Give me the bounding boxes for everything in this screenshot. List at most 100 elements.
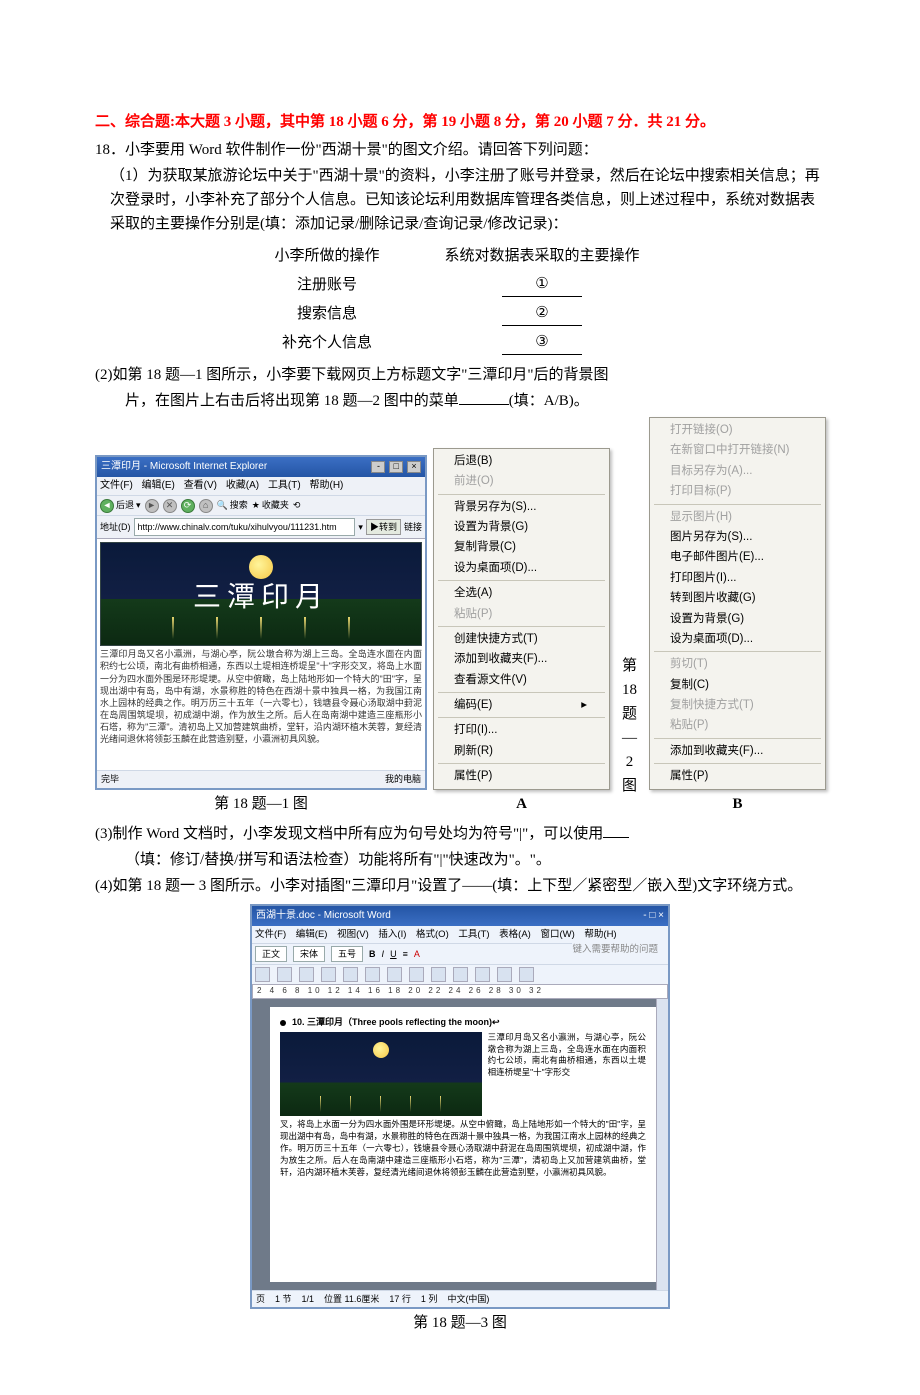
menu-item[interactable]: 全选(A) (434, 583, 609, 603)
window-buttons[interactable]: - □ × (643, 908, 664, 924)
context-menu-b[interactable]: 打开链接(O)在新窗口中打开链接(N)目标另存为(A)...打印目标(P)显示图… (649, 417, 826, 790)
menu-file[interactable]: 文件(F) (255, 929, 286, 940)
help-hint[interactable]: 键入需要帮助的问题 (572, 942, 658, 957)
menu-fav[interactable]: 收藏(A) (226, 480, 259, 491)
word-santan-image[interactable] (280, 1032, 482, 1116)
word-page-area[interactable]: 10. 三潭印月（Three pools reflecting the moon… (252, 999, 668, 1290)
menu-help[interactable]: 帮助(H) (310, 480, 344, 491)
fav-label[interactable]: 收藏夹 (262, 498, 289, 512)
print-icon[interactable] (321, 967, 336, 982)
menu-view[interactable]: 视图(V) (337, 929, 369, 940)
open-icon[interactable] (277, 967, 292, 982)
table-icon[interactable] (497, 967, 512, 982)
menu-item[interactable]: 查看源文件(V) (434, 670, 609, 690)
menu-item[interactable]: 添加到收藏夹(F)... (434, 649, 609, 669)
window-buttons[interactable]: - □ × (370, 459, 421, 475)
star-icon[interactable]: ★ (252, 498, 260, 512)
menu-tools[interactable]: 工具(T) (268, 480, 301, 491)
size-select[interactable]: 五号 (331, 946, 363, 962)
home-icon[interactable]: ⌂ (199, 499, 213, 513)
menu-view[interactable]: 查看(V) (184, 480, 217, 491)
word-standard-toolbar[interactable] (252, 964, 668, 984)
close-icon[interactable]: × (658, 910, 664, 921)
undo-icon[interactable] (453, 967, 468, 982)
redo-icon[interactable] (475, 967, 490, 982)
menu-item[interactable]: 图片另存为(S)... (650, 527, 825, 547)
menu-item[interactable]: 创建快捷方式(T) (434, 629, 609, 649)
word-format-toolbar[interactable]: 正文 宋体 五号 B I U ≡ A (252, 943, 572, 964)
menu-item[interactable]: 设为桌面项(D)... (434, 558, 609, 578)
search-icon[interactable]: 🔍 (217, 498, 228, 512)
section-title: 二、综合题:本大题 3 小题，其中第 18 小题 6 分，第 19 小题 8 分… (95, 110, 825, 134)
menu-item[interactable]: 设置为背景(G) (434, 517, 609, 537)
menu-edit[interactable]: 编辑(E) (296, 929, 328, 940)
history-icon[interactable]: ⟲ (293, 498, 301, 512)
new-icon[interactable] (255, 967, 270, 982)
menu-edit[interactable]: 编辑(E) (142, 480, 175, 491)
address-input[interactable]: http://www.chinalv.com/tuku/xihulvyou/11… (134, 518, 356, 536)
style-select[interactable]: 正文 (255, 946, 287, 962)
menu-help[interactable]: 帮助(H) (584, 929, 616, 940)
back-label[interactable]: 后退 (116, 498, 134, 512)
word-ruler[interactable]: 2 4 6 8 10 12 14 16 18 20 22 24 26 28 30… (252, 984, 668, 999)
menu-item[interactable]: 添加到收藏夹(F)... (650, 741, 825, 761)
ie-menubar[interactable]: 文件(F) 编辑(E) 查看(V) 收藏(A) 工具(T) 帮助(H) (97, 477, 425, 495)
font-select[interactable]: 宋体 (293, 946, 325, 962)
save-icon[interactable] (299, 967, 314, 982)
word-document[interactable]: 10. 三潭印月（Three pools reflecting the moon… (270, 1007, 656, 1282)
ie-toolbar[interactable]: ◄后退 ▾ ► ✕ ⟳ ⌂ 🔍搜索 ★收藏夹 ⟲ (97, 495, 425, 514)
menu-item[interactable]: 设置为背景(G) (650, 609, 825, 629)
menu-item[interactable]: 打印(I)... (434, 720, 609, 740)
menu-item[interactable]: 背景另存为(S)... (434, 497, 609, 517)
addr-dropdown-icon[interactable]: ▾ (358, 520, 363, 534)
align-left-icon[interactable]: ≡ (403, 947, 408, 961)
menu-item[interactable]: 打印图片(I)... (650, 568, 825, 588)
preview-icon[interactable] (343, 967, 358, 982)
menu-window[interactable]: 窗口(W) (540, 929, 574, 940)
menu-item[interactable]: 后退(B) (434, 451, 609, 471)
fig2-caption: 第 18 题—2 图 (622, 654, 637, 798)
menu-item[interactable]: 电子邮件图片(E)... (650, 547, 825, 567)
ie-addressbar[interactable]: 地址(D) http://www.chinalv.com/tuku/xihulv… (97, 515, 425, 538)
vertical-scrollbar[interactable] (656, 999, 668, 1290)
search-label[interactable]: 搜索 (230, 498, 248, 512)
menu-insert[interactable]: 插入(I) (378, 929, 406, 940)
font-color-icon[interactable]: A (414, 947, 420, 961)
menu-item[interactable]: 属性(P) (434, 766, 609, 786)
menu-item[interactable]: 设为桌面项(D)... (650, 629, 825, 649)
cut-icon[interactable] (387, 967, 402, 982)
back-icon[interactable]: ◄ (100, 499, 114, 513)
menu-table[interactable]: 表格(A) (499, 929, 531, 940)
menu-item[interactable]: 属性(P) (650, 766, 825, 786)
maximize-icon[interactable]: □ (649, 910, 655, 921)
menu-tools[interactable]: 工具(T) (458, 929, 489, 940)
links-label[interactable]: 链接 (404, 520, 422, 534)
q18-1-inner: （1）为获取某旅游论坛中关于"西湖十景"的资料，小李注册了账号并登录，然后在论坛… (110, 164, 825, 236)
zoom-icon[interactable] (519, 967, 534, 982)
menu-item[interactable]: 复制背景(C) (434, 537, 609, 557)
spell-icon[interactable] (365, 967, 380, 982)
stop-icon[interactable]: ✕ (163, 499, 177, 513)
menu-item[interactable]: 转到图片收藏(G) (650, 588, 825, 608)
paste-icon[interactable] (431, 967, 446, 982)
santan-banner-image[interactable]: 三潭印月 (100, 542, 422, 646)
minimize-icon[interactable]: - (643, 910, 646, 921)
menu-file[interactable]: 文件(F) (100, 480, 133, 491)
underline-icon[interactable]: U (390, 947, 397, 961)
context-menu-a[interactable]: 后退(B)前进(O)背景另存为(S)...设置为背景(G)复制背景(C)设为桌面… (433, 448, 610, 790)
bold-icon[interactable]: B (369, 947, 376, 961)
menu-item[interactable]: 刷新(R) (434, 741, 609, 761)
menu-item[interactable]: 复制(C) (650, 675, 825, 695)
menu-item[interactable]: 编码(E)▸ (434, 695, 609, 715)
minimize-icon[interactable]: - (371, 461, 385, 473)
go-button[interactable]: ▶转到 (366, 519, 401, 535)
maximize-icon[interactable]: □ (389, 461, 403, 473)
close-icon[interactable]: × (407, 461, 421, 473)
word-menubar[interactable]: 文件(F) 编辑(E) 视图(V) 插入(I) 格式(O) 工具(T) 表格(A… (252, 926, 668, 943)
copy-icon[interactable] (409, 967, 424, 982)
word-bodytext: 叉，将岛上水面一分为四水面外围是环形堤埂。从空中俯瞰，岛上陆地形如一个特大的"田… (280, 1119, 646, 1178)
italic-icon[interactable]: I (382, 947, 385, 961)
forward-icon[interactable]: ► (145, 499, 159, 513)
refresh-icon[interactable]: ⟳ (181, 499, 195, 513)
menu-format[interactable]: 格式(O) (416, 929, 449, 940)
